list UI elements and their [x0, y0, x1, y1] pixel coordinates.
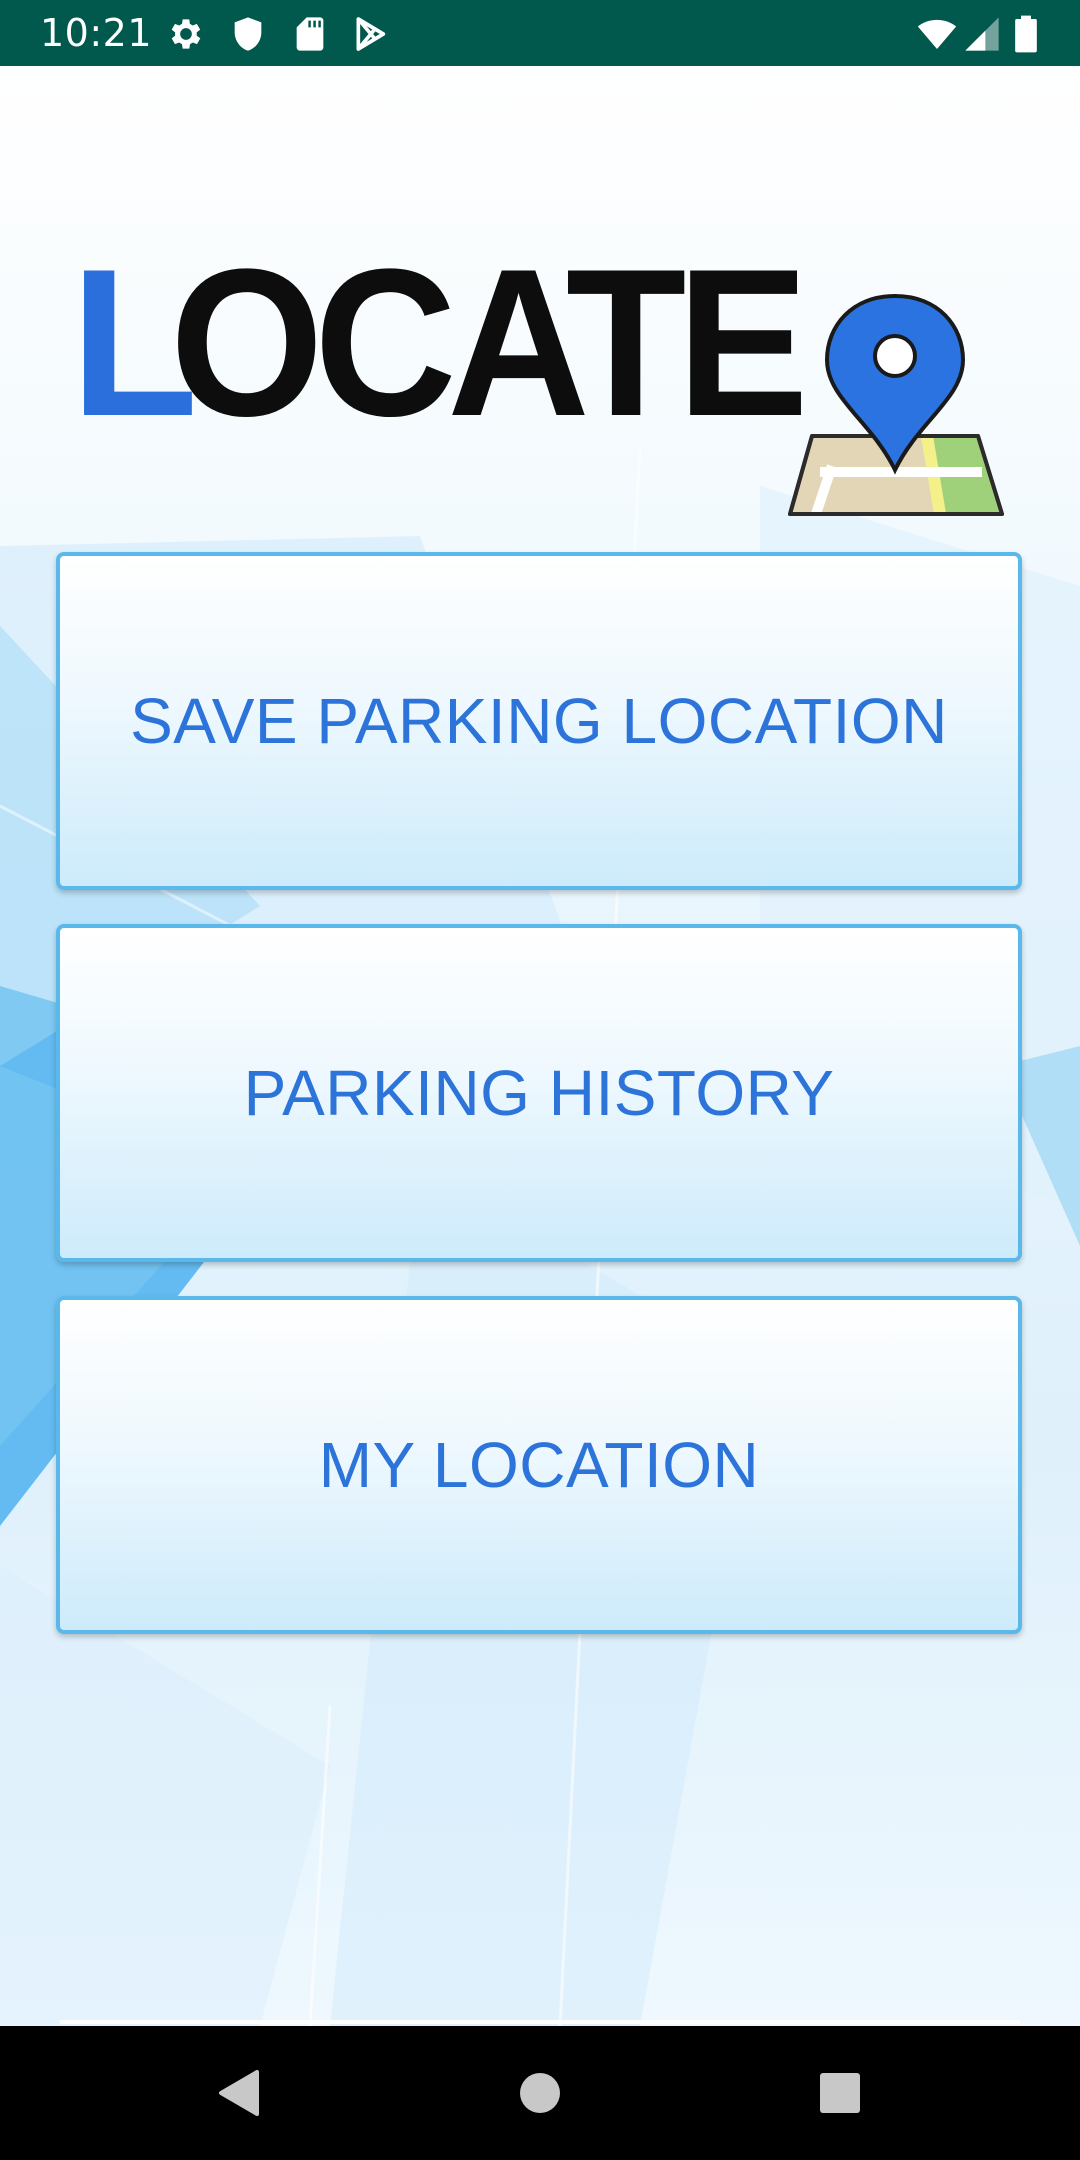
battery-icon	[1010, 14, 1042, 54]
cell-signal-icon	[962, 14, 1002, 54]
logo-text: OCATE	[170, 225, 809, 460]
sd-card-icon	[290, 14, 330, 54]
back-icon[interactable]	[215, 2068, 265, 2118]
my-location-label: MY LOCATION	[318, 1429, 760, 1501]
parking-history-label: PARKING HISTORY	[243, 1057, 835, 1129]
map-pin-icon	[782, 294, 1008, 528]
home-icon[interactable]	[515, 2068, 565, 2118]
my-location-button[interactable]: MY LOCATION	[56, 1296, 1022, 1634]
parking-history-button[interactable]: PARKING HISTORY	[56, 924, 1022, 1262]
app-logo: L OCATE	[70, 238, 809, 448]
shield-icon	[228, 14, 268, 54]
status-bar: 10:21	[0, 0, 1080, 66]
navigation-bar	[0, 2026, 1080, 2160]
save-parking-location-button[interactable]: SAVE PARKING LOCATION	[56, 552, 1022, 890]
settings-icon	[166, 14, 206, 54]
save-parking-location-label: SAVE PARKING LOCATION	[130, 685, 948, 757]
divider	[60, 2020, 1020, 2024]
play-store-icon	[350, 14, 390, 54]
status-time: 10:21	[40, 11, 153, 55]
wifi-icon	[914, 14, 960, 54]
recents-icon[interactable]	[815, 2068, 865, 2118]
